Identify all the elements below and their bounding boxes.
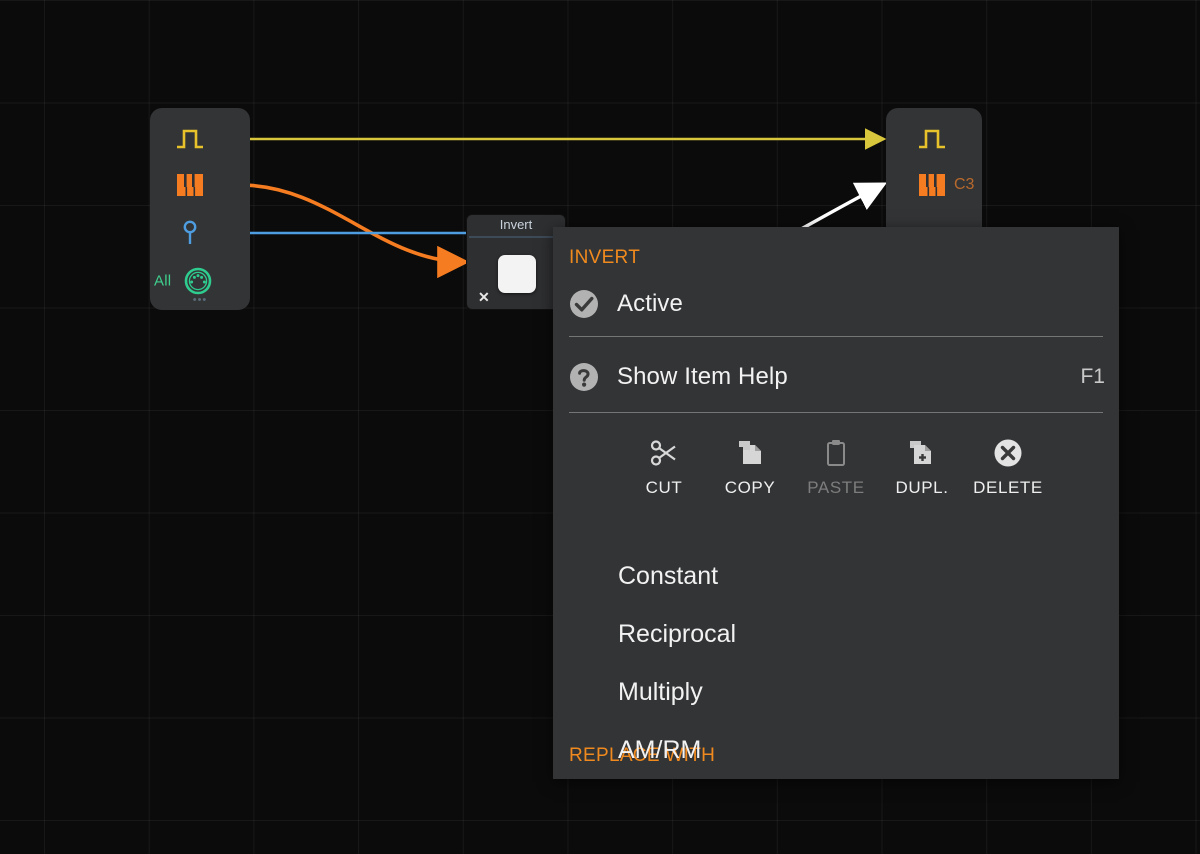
- paste-button[interactable]: PASTE: [793, 431, 879, 498]
- scissors-icon: [648, 435, 680, 471]
- invert-node[interactable]: Invert ✕: [466, 214, 566, 310]
- dest-note-label: C3: [954, 176, 975, 193]
- menu-item-help-label: Show Item Help: [617, 363, 788, 390]
- source-row-gate[interactable]: [150, 116, 250, 162]
- replace-item-multiply[interactable]: Multiply: [553, 663, 1119, 721]
- menu-item-active-label: Active: [617, 290, 683, 317]
- cut-label: CUT: [645, 478, 683, 497]
- menu-item-show-item-help[interactable]: Show Item Help F1: [553, 354, 1119, 400]
- menu-separator-1: [569, 336, 1103, 337]
- invert-delete-icon[interactable]: ✕: [478, 290, 490, 304]
- replace-item-reciprocal-label: Reciprocal: [618, 619, 737, 648]
- delete-label: DELETE: [973, 478, 1043, 497]
- source-overflow-indicator[interactable]: •••: [193, 295, 208, 306]
- invert-node-header-rule: [469, 236, 565, 238]
- source-midi-label: All: [154, 272, 172, 290]
- source-row-velocity[interactable]: [150, 210, 250, 256]
- gate-pulse-icon: [914, 124, 950, 154]
- dest-row-pitch[interactable]: C3: [886, 162, 982, 208]
- delete-button[interactable]: DELETE: [965, 431, 1051, 498]
- duplicate-icon: [906, 435, 938, 471]
- copy-icon: [734, 435, 766, 471]
- copy-button[interactable]: COPY: [707, 431, 793, 498]
- replace-item-reciprocal[interactable]: Reciprocal: [553, 605, 1119, 663]
- piano-keys-icon: [914, 170, 950, 200]
- check-circle-icon: [569, 289, 599, 319]
- pitch-cable[interactable]: [239, 183, 470, 279]
- source-row-pitch[interactable]: [150, 162, 250, 208]
- replace-item-constant[interactable]: Constant: [553, 547, 1119, 605]
- cut-button[interactable]: CUT: [621, 431, 707, 498]
- dest-row-gate[interactable]: [886, 116, 982, 162]
- copy-label: COPY: [724, 478, 776, 497]
- duplicate-label: DUPL.: [895, 478, 949, 497]
- menu-item-help-accelerator: F1: [1080, 365, 1105, 388]
- velocity-pin-icon: [172, 218, 208, 248]
- question-circle-icon: [569, 362, 599, 392]
- delete-x-circle-icon: [992, 435, 1024, 471]
- replace-item-constant-label: Constant: [618, 561, 719, 590]
- menu-separator-2: [569, 412, 1103, 413]
- invert-toggle-pad[interactable]: [498, 255, 536, 293]
- menu-title: INVERT: [569, 247, 641, 268]
- piano-keys-icon: [172, 170, 208, 200]
- source-midi-node[interactable]: All •••: [150, 108, 250, 310]
- clipboard-icon: [820, 435, 852, 471]
- paste-label: PASTE: [807, 478, 865, 497]
- duplicate-button[interactable]: DUPL.: [879, 431, 965, 498]
- node-editor-canvas[interactable]: All ••• C3 Invert ✕ INVERT Active Show I…: [0, 0, 1200, 854]
- replace-item-am-rm[interactable]: AM/RM: [553, 721, 1119, 779]
- replace-item-multiply-label: Multiply: [618, 677, 703, 706]
- replace-item-am-rm-label: AM/RM: [618, 735, 702, 764]
- menu-item-active[interactable]: Active: [553, 281, 1119, 327]
- midi-din-icon: [180, 266, 216, 296]
- invert-context-menu[interactable]: INVERT Active Show Item Help F1 CUT COPY…: [553, 227, 1119, 779]
- menu-action-strip: CUT COPY PASTE DUPL. DELETE: [553, 431, 1119, 515]
- invert-node-title: Invert: [499, 217, 533, 232]
- gate-pulse-icon: [172, 124, 208, 154]
